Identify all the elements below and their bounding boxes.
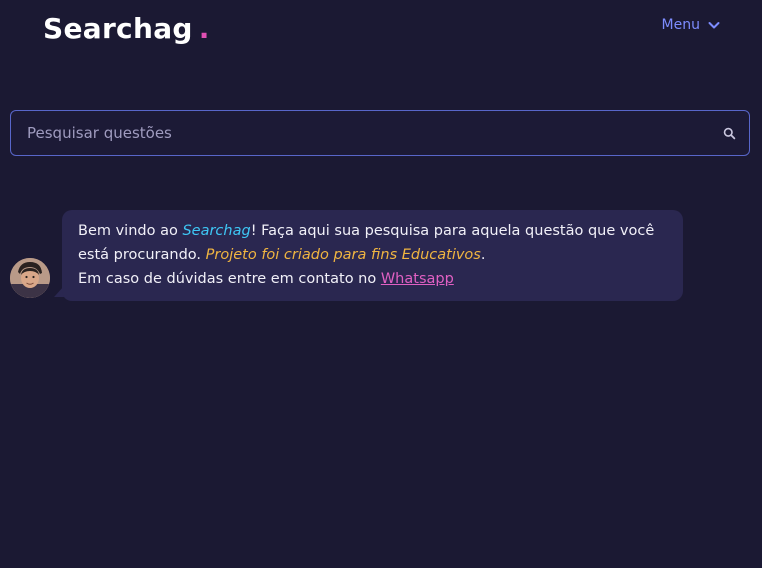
- menu-label: Menu: [661, 17, 700, 33]
- message-contact-text: Em caso de dúvidas entre em contato no: [78, 271, 381, 287]
- search-button[interactable]: [709, 111, 749, 155]
- search-icon: [723, 127, 735, 139]
- page: Searchag. Menu Pesquisar questões Bem vi…: [0, 0, 762, 568]
- brand-dot: .: [198, 12, 210, 45]
- message-bubble: Bem vindo ao Searchag! Faça aqui sua pes…: [62, 210, 683, 301]
- search-bar: [10, 110, 750, 156]
- message-period: .: [480, 247, 486, 263]
- whatsapp-link[interactable]: Whatsapp: [381, 271, 454, 287]
- menu-button[interactable]: Menu: [662, 17, 722, 33]
- message-educational: Projeto foi criado para fins Educativos: [205, 247, 481, 263]
- chevron-down-icon: [708, 22, 720, 29]
- brand-name: Searchag: [43, 12, 193, 45]
- search-input[interactable]: [11, 111, 709, 155]
- message-intro: Bem vindo ao: [78, 223, 183, 239]
- message-brand-ref: Searchag: [182, 223, 251, 239]
- user-avatar: [10, 258, 50, 298]
- brand-logo[interactable]: Searchag.: [43, 10, 210, 48]
